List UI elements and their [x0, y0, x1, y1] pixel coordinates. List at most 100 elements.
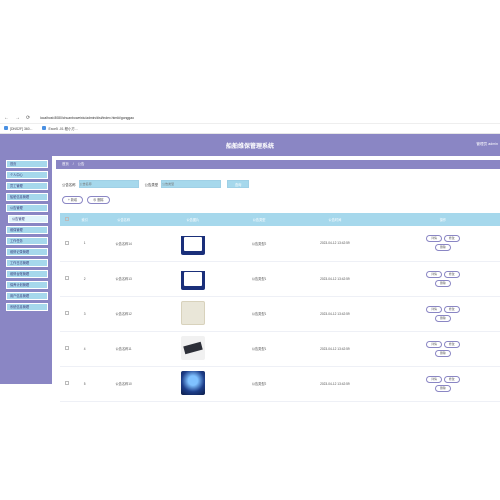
row-name: 公告名称10: [115, 382, 132, 386]
bookmark-label: Exce5 -01 程小方...: [48, 127, 78, 131]
header-select[interactable]: [60, 213, 74, 226]
edit-button[interactable]: 修改: [443, 305, 460, 313]
back-icon[interactable]: ←: [4, 115, 9, 121]
row-ops: 详情 修改 删除: [386, 296, 500, 331]
breadcrumb-home[interactable]: 首页: [62, 162, 69, 166]
row-delete-button[interactable]: 删除: [435, 244, 451, 252]
app: 船舶维保管理系统 管理员 admin 首页 个人中心 员工管理 船舶信息管理 公告管理公…: [0, 134, 500, 401]
row-type: 公告类型1: [251, 347, 267, 351]
sidebar-item[interactable]: 维修记录管理: [6, 248, 48, 256]
row-index: 2: [83, 276, 86, 281]
sidebar-item[interactable]: 首页: [6, 160, 48, 168]
browser-window: ← → ⟳ localhost:8080/chuanboweixiu/admin…: [0, 112, 500, 401]
header-ops: 操作: [439, 218, 447, 222]
row-delete-button[interactable]: 删除: [435, 314, 451, 322]
row-image: [152, 366, 234, 401]
row-type: 公告类型2: [251, 241, 267, 246]
browser-nav: ← → ⟳: [0, 115, 40, 121]
detail-button[interactable]: 详情: [426, 305, 442, 313]
row-checkbox[interactable]: [64, 311, 69, 315]
row-ops: 详情 修改 删除: [386, 261, 500, 296]
row-checkbox[interactable]: [64, 346, 69, 350]
table-row: 2 公告名称13 公告类型1 2023-04-12 13:42:59 详情 修改 删除: [60, 261, 500, 296]
row-select[interactable]: [60, 261, 74, 296]
sidebar-item[interactable]: 用户信息管理: [6, 292, 48, 300]
sidebar-item[interactable]: 维保管理: [6, 226, 48, 234]
table-header-row: 索引 公告名称 公告图片 公告类型 公告时间 操作: [60, 213, 500, 226]
name-search-label: 公告名称: [62, 182, 76, 187]
app-title: 船舶维保管理系统: [225, 144, 274, 150]
row-name: 公告名称14: [115, 241, 132, 246]
row-delete-button[interactable]: 删除: [435, 384, 451, 392]
row-type: 公告类型1: [251, 277, 267, 281]
edit-button[interactable]: 修改: [443, 270, 460, 278]
breadcrumb-current: 公告: [77, 162, 85, 166]
header-name: 公告名称: [117, 218, 131, 222]
row-checkbox[interactable]: [64, 240, 69, 245]
row-image: [152, 226, 234, 261]
row-checkbox[interactable]: [64, 276, 69, 280]
breadcrumb-separator: /: [72, 162, 74, 166]
sidebar-item[interactable]: 保养计划管理: [6, 281, 48, 289]
bookmark-item[interactable]: [DNS2F] 360...: [4, 126, 32, 131]
row-index: 1: [83, 241, 86, 246]
row-time: 2023-04-12 13:42:59: [320, 311, 350, 316]
announcement-image: [180, 336, 205, 360]
row-index: 5: [83, 381, 86, 386]
bookmarks-bar: [DNS2F] 360... Exce5 -01 程小方...: [0, 124, 500, 134]
bookmark-item[interactable]: Exce5 -01 程小方...: [42, 126, 78, 131]
name-search-input[interactable]: [78, 180, 139, 188]
add-button[interactable]: + 新增: [62, 196, 84, 204]
sidebar-item[interactable]: 工作日志管理: [6, 259, 48, 267]
main-content: 首页 / 公告 公告名称 公告类型 查询 + 新增 ⊗ 删除 索引: [52, 156, 500, 401]
row-time: 2023-04-12 13:42:59: [320, 381, 350, 386]
reload-icon[interactable]: ⟳: [26, 115, 30, 121]
delete-button[interactable]: ⊗ 删除: [87, 196, 110, 204]
search-bar: 公告名称 公告类型 查询: [62, 180, 250, 188]
search-button[interactable]: 查询: [227, 180, 250, 188]
row-name: 公告名称13: [115, 277, 132, 281]
sidebar-item[interactable]: 公告管理: [6, 204, 48, 212]
edit-button[interactable]: 修改: [443, 235, 460, 243]
announcement-image: [180, 301, 205, 325]
sidebar-item[interactable]: 个人中心: [6, 171, 48, 179]
address-bar: ← → ⟳ localhost:8080/chuanboweixiu/admin…: [0, 112, 500, 124]
action-bar: + 新增 ⊗ 删除: [62, 196, 110, 204]
row-ops: 详情 修改 删除: [386, 366, 500, 401]
sidebar-item[interactable]: 员工管理: [6, 182, 48, 190]
row-select[interactable]: [60, 296, 74, 331]
sidebar-item[interactable]: 公告管理: [8, 215, 48, 223]
edit-button[interactable]: 修改: [443, 375, 460, 383]
url-field[interactable]: localhost:8080/chuanboweixiu/admin/dist/…: [40, 116, 134, 120]
row-delete-button[interactable]: 删除: [435, 279, 451, 287]
row-delete-button[interactable]: 删除: [435, 349, 451, 357]
header-type: 公告类型: [252, 218, 266, 222]
row-select[interactable]: [60, 331, 74, 366]
bookmark-icon: [42, 126, 47, 130]
select-all-checkbox[interactable]: [64, 217, 69, 221]
detail-button[interactable]: 详情: [426, 235, 442, 243]
table-row: 1 公告名称14 公告类型2 2023-04-12 13:42:59 详情 修改 删除: [60, 226, 500, 261]
sidebar-item[interactable]: 船舶信息管理: [6, 193, 48, 201]
row-name: 公告名称12: [115, 312, 132, 316]
row-time: 2023-04-12 13:42:59: [320, 276, 350, 281]
sidebar-item[interactable]: 维修台账管理: [6, 270, 48, 278]
detail-button[interactable]: 详情: [426, 270, 442, 278]
bookmark-label: [DNS2F] 360...: [10, 127, 33, 131]
row-select[interactable]: [60, 226, 74, 261]
edit-button[interactable]: 修改: [443, 340, 460, 348]
row-select[interactable]: [60, 366, 74, 401]
row-checkbox[interactable]: [64, 381, 69, 385]
row-index: 3: [83, 311, 86, 316]
sidebar: 首页 个人中心 员工管理 船舶信息管理 公告管理 公告管理 维保管理 工作任务 维修记录管理 工作…: [0, 156, 52, 384]
forward-icon[interactable]: →: [15, 115, 20, 121]
row-type: 公告类型2: [251, 382, 267, 386]
row-name: 公告名称11: [115, 347, 132, 351]
sidebar-item[interactable]: 工作任务: [6, 237, 48, 245]
detail-button[interactable]: 详情: [426, 340, 442, 348]
type-search-input[interactable]: [161, 180, 222, 188]
announcement-table: 索引 公告名称 公告图片 公告类型 公告时间 操作 1 公告名称14 公告类型2 20…: [60, 213, 500, 402]
sidebar-item[interactable]: 系统信息管理: [6, 303, 48, 311]
detail-button[interactable]: 详情: [426, 375, 442, 383]
user-info[interactable]: 管理员 admin: [476, 142, 498, 147]
